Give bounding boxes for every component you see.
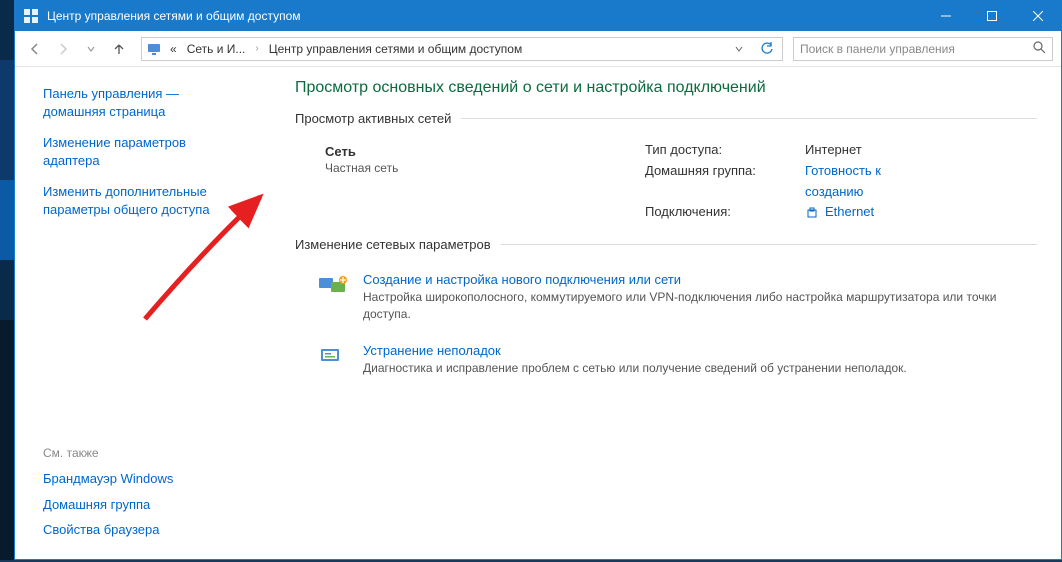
back-button[interactable]: [23, 37, 47, 61]
breadcrumb-prefix: «: [166, 42, 181, 56]
maximize-button[interactable]: [969, 1, 1015, 31]
change-settings-label: Изменение сетевых параметров: [295, 237, 1037, 252]
action-new-connection: Создание и настройка нового подключения …: [295, 266, 1037, 337]
action-troubleshoot-title[interactable]: Устранение неполадок: [363, 343, 1037, 358]
network-center-icon: [23, 8, 39, 24]
breadcrumb[interactable]: « Сеть и И... › Центр управления сетями …: [141, 37, 783, 61]
search-input[interactable]: [800, 42, 1032, 56]
see-also-label: См. также: [43, 446, 269, 460]
access-type-value: Интернет: [805, 140, 862, 161]
action-troubleshoot-desc: Диагностика и исправление проблем с сеть…: [363, 360, 1037, 377]
access-type-label: Тип доступа:: [645, 140, 805, 161]
ethernet-icon: [805, 206, 819, 220]
page-title: Просмотр основных сведений о сети и наст…: [295, 79, 1037, 97]
network-name: Сеть: [325, 144, 645, 159]
control-panel-window: Центр управления сетями и общим доступом…: [14, 0, 1062, 560]
forward-button[interactable]: [51, 37, 75, 61]
sidebar-link-advanced-sharing[interactable]: Изменить дополнительные параметры общего…: [43, 183, 269, 218]
desktop-left-strip: [0, 0, 14, 562]
minimize-button[interactable]: [923, 1, 969, 31]
network-sharing-icon: [146, 41, 162, 57]
search-icon: [1032, 40, 1046, 57]
recent-dropdown[interactable]: [79, 37, 103, 61]
connections-link[interactable]: Ethernet: [805, 202, 874, 223]
close-button[interactable]: [1015, 1, 1061, 31]
breadcrumb-dropdown-icon[interactable]: [734, 44, 750, 54]
up-button[interactable]: [107, 37, 131, 61]
refresh-button[interactable]: [756, 38, 778, 60]
action-new-connection-desc: Настройка широкополосного, коммутируемог…: [363, 289, 1037, 323]
sidebar-link-firewall[interactable]: Брандмауэр Windows: [43, 470, 269, 488]
titlebar: Центр управления сетями и общим доступом: [15, 1, 1061, 31]
sidebar-link-homegroup[interactable]: Домашняя группа: [43, 496, 269, 514]
main-content: Просмотр основных сведений о сети и наст…: [285, 67, 1061, 559]
breadcrumb-seg-2[interactable]: Центр управления сетями и общим доступом: [265, 42, 527, 56]
network-type: Частная сеть: [325, 161, 645, 175]
active-network-row: Сеть Частная сеть Тип доступа: Интернет …: [295, 140, 1037, 237]
action-new-connection-title[interactable]: Создание и настройка нового подключения …: [363, 272, 1037, 287]
action-troubleshoot: Устранение неполадок Диагностика и испра…: [295, 337, 1037, 391]
homegroup-link[interactable]: Готовность к созданию: [805, 161, 881, 203]
troubleshoot-icon: [317, 345, 349, 369]
window-title: Центр управления сетями и общим доступом: [47, 9, 923, 23]
breadcrumb-seg-1[interactable]: Сеть и И...: [183, 42, 250, 56]
connections-label: Подключения:: [645, 202, 805, 223]
chevron-right-icon: ›: [251, 43, 262, 54]
new-connection-icon: [317, 274, 349, 298]
search-box[interactable]: [793, 37, 1053, 61]
active-networks-label: Просмотр активных сетей: [295, 111, 1037, 126]
sidebar-link-home[interactable]: Панель управления — домашняя страница: [43, 85, 269, 120]
homegroup-label: Домашняя группа:: [645, 161, 805, 203]
sidebar-link-browser-properties[interactable]: Свойства браузера: [43, 521, 269, 539]
sidebar: Панель управления — домашняя страница Из…: [15, 67, 285, 559]
sidebar-link-adapter-settings[interactable]: Изменение параметров адаптера: [43, 134, 269, 169]
toolbar: « Сеть и И... › Центр управления сетями …: [15, 31, 1061, 67]
